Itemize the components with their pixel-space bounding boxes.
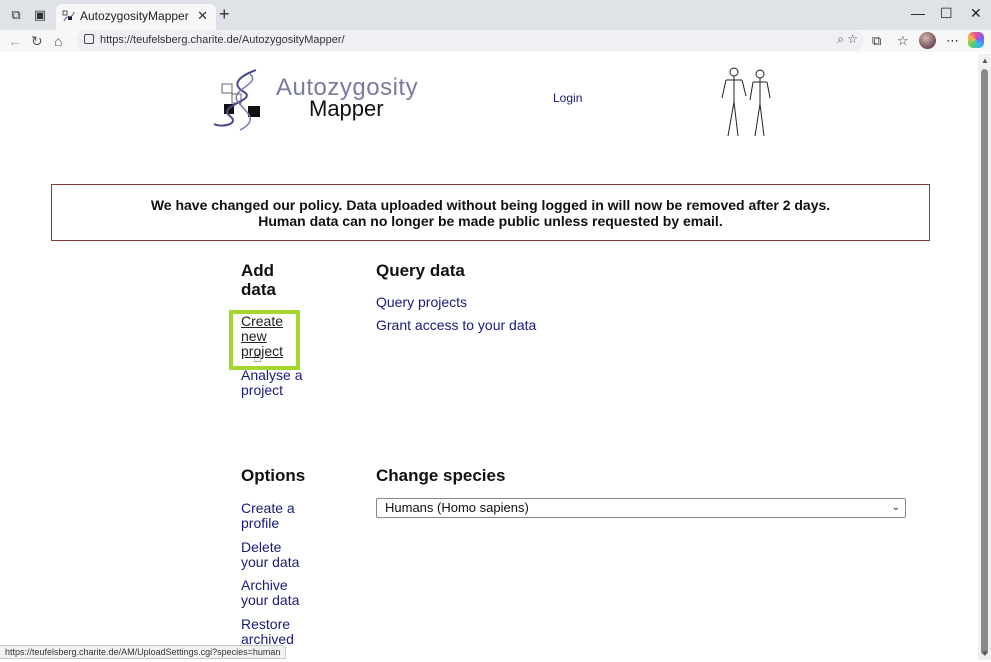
create-profile-link[interactable]: Create a profile [241,501,295,531]
query-data-heading: Query data [376,261,465,280]
extensions-icon[interactable]: ⧉ [872,33,881,49]
site-favicon-icon [62,10,75,22]
more-options-icon[interactable]: ⋯ [946,33,959,49]
delete-data-link[interactable]: Delete your data [241,540,299,570]
analyse-project-link[interactable]: Analyse a project [241,368,302,398]
archive-data-link[interactable]: Archive your data [241,578,299,608]
refresh-icon[interactable]: ↻ [31,32,43,50]
copilot-icon[interactable] [968,32,984,48]
autozygosity-logo-icon [213,69,260,131]
species-selected-value: Humans (Homo sapiens) [385,500,529,515]
query-projects-link[interactable]: Query projects [376,295,467,310]
url-text: https://teufelsberg.charite.de/Autozygos… [100,34,345,46]
browser-toolbar: ← ↻ ⌂ https://teufelsberg.charite.de/Aut… [0,30,991,52]
tab-title: AutozygosityMapper [80,9,189,23]
minimize-icon[interactable]: — [911,5,925,21]
back-icon[interactable]: ← [8,32,22,50]
chevron-down-icon: ⌄ [891,502,900,513]
add-data-heading: Add data [241,261,276,299]
maximize-icon[interactable]: ☐ [940,5,953,22]
scroll-thumb[interactable] [981,69,988,655]
profile-avatar[interactable] [919,32,936,49]
notice-line2: Human data can no longer be made public … [258,213,723,229]
scroll-down-icon[interactable]: ▼ [981,649,989,658]
close-window-icon[interactable]: ✕ [970,5,982,22]
home-icon[interactable]: ⌂ [54,32,62,50]
status-bar-url: https://teufelsberg.charite.de/AM/Upload… [0,645,287,659]
new-tab-icon[interactable]: + [219,5,230,23]
notice-line1: We have changed our policy. Data uploade… [150,197,831,213]
change-species-heading: Change species [376,466,506,485]
policy-notice: We have changed our policy. Data uploade… [51,184,930,241]
address-bar[interactable]: https://teufelsberg.charite.de/Autozygos… [76,30,864,51]
browser-tab-bar: ⧉ ▣ AutozygosityMapper ✕ + — ☐ ✕ [0,0,991,30]
tab-close-icon[interactable]: ✕ [197,8,208,24]
click-highlight-box [229,310,300,370]
species-select[interactable]: Humans (Homo sapiens) ⌄ [376,498,906,518]
favorites-icon[interactable]: ☆ [897,33,909,49]
scroll-up-icon[interactable]: ▲ [981,56,989,65]
page-content: Autozygosity Mapper Login We have change… [4,54,977,660]
tab-actions-icon[interactable]: ▣ [32,7,48,23]
login-link[interactable]: Login [553,91,582,105]
logo-text-mapper: Mapper [309,96,384,121]
tab-autozygositymapper[interactable]: AutozygosityMapper ✕ [56,4,216,30]
zoom-and-favorite-icons[interactable]: ⌕ ☆ [837,32,858,47]
pointer-cursor-icon: ☝ [253,349,263,366]
lock-icon [84,34,94,44]
options-heading: Options [241,466,306,485]
vertical-scrollbar[interactable]: ▲ ▼ [978,54,991,660]
grant-access-link[interactable]: Grant access to your data [376,318,536,333]
human-figures-icon [721,67,771,137]
workspaces-icon[interactable]: ⧉ [8,7,24,23]
